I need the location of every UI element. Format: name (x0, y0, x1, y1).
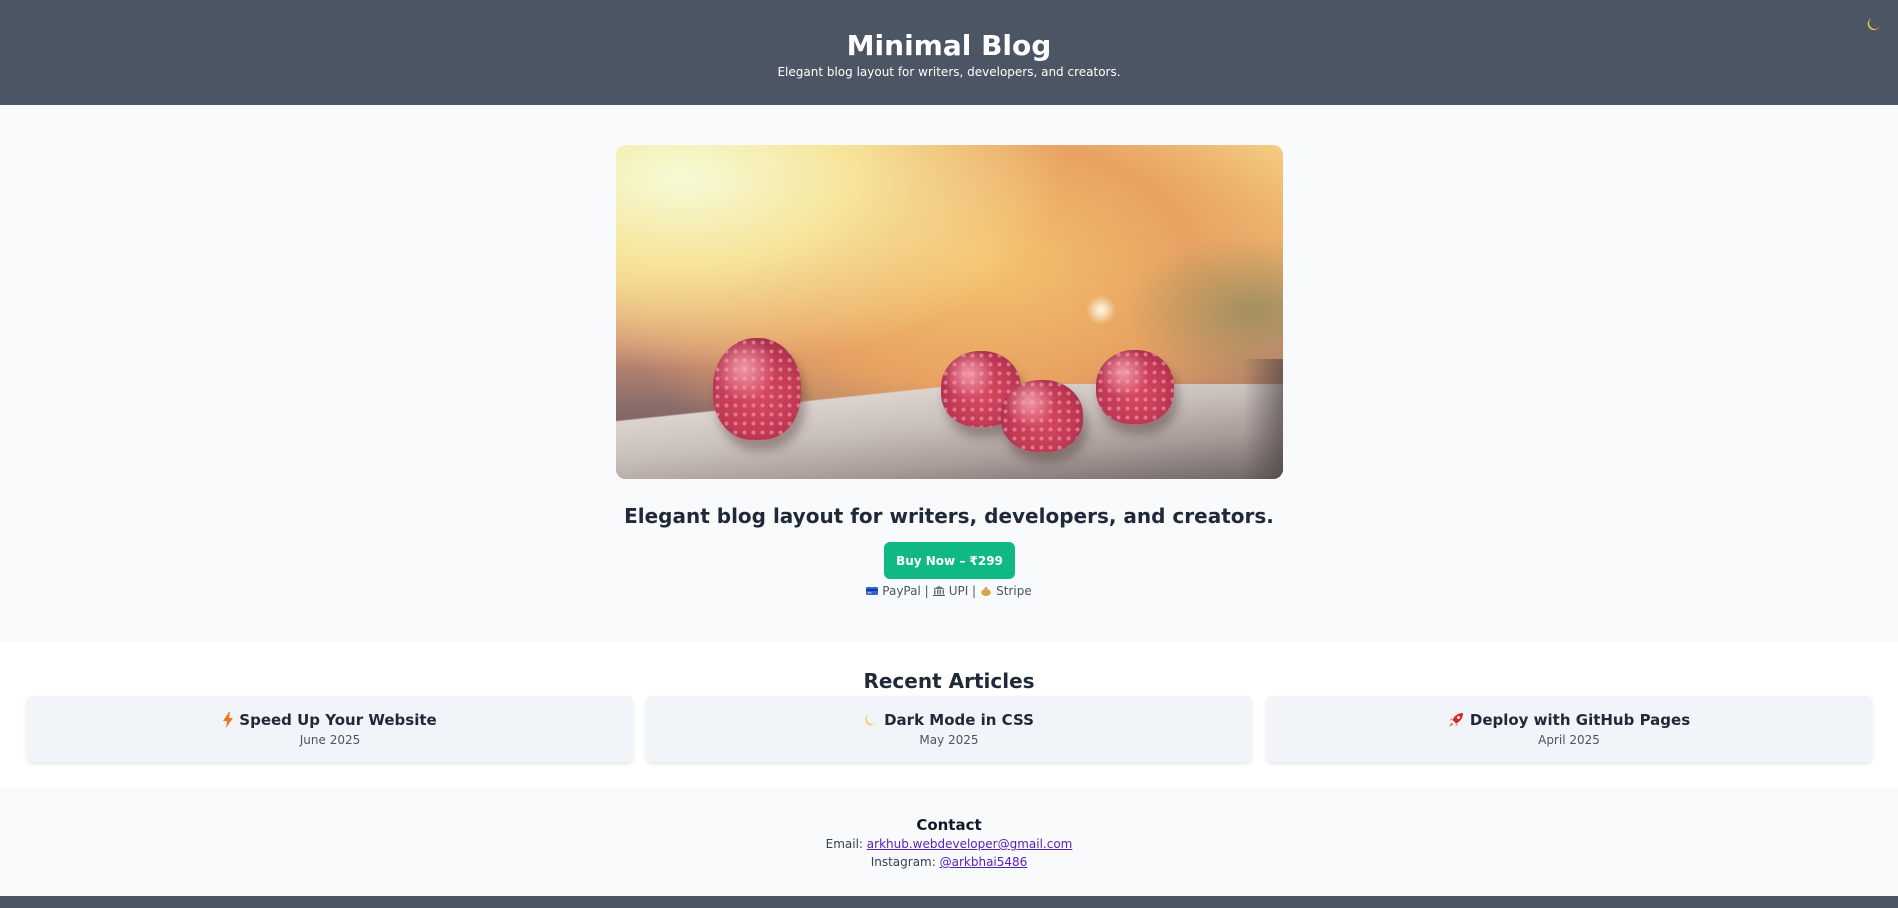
article-title: Dark Mode in CSS (884, 711, 1034, 729)
site-tagline: Elegant blog layout for writers, develop… (777, 65, 1121, 79)
payment-methods: PayPal | UPI | Stripe (0, 584, 1898, 598)
site-title: Minimal Blog (846, 29, 1052, 62)
email-label: Email: (825, 837, 863, 851)
article-date: May 2025 (919, 733, 979, 747)
contact-section: Contact Email: arkhub.webdeveloper@gmail… (0, 788, 1898, 896)
theme-toggle-button[interactable] (1862, 12, 1886, 36)
article-card[interactable]: Speed Up Your Website June 2025 (27, 696, 633, 762)
payment-stripe: Stripe (996, 584, 1032, 598)
instagram-link[interactable]: @arkbhai5486 (940, 855, 1028, 869)
moon-icon (1867, 18, 1880, 31)
article-title: Speed Up Your Website (239, 711, 437, 729)
contact-email-line: Email: arkhub.webdeveloper@gmail.com (0, 837, 1898, 851)
raspberry (1096, 350, 1174, 424)
credit-card-icon (866, 587, 879, 595)
lightning-icon (223, 712, 234, 728)
contact-instagram-line: Instagram: @arkbhai5486 (0, 855, 1898, 869)
article-card[interactable]: Dark Mode in CSS May 2025 (646, 696, 1252, 762)
bank-icon (932, 586, 945, 596)
payment-paypal: PayPal | (882, 584, 929, 598)
buy-now-button[interactable]: Buy Now – ₹299 (884, 542, 1015, 579)
money-bag-icon (981, 586, 991, 596)
hero-section: Elegant blog layout for writers, develop… (0, 105, 1898, 642)
hero-heading: Elegant blog layout for writers, develop… (624, 504, 1274, 528)
raspberry (713, 338, 801, 440)
moon-icon (865, 714, 877, 726)
recent-articles-section: Recent Articles Speed Up Your Website Ju… (0, 642, 1898, 788)
email-link[interactable]: arkhub.webdeveloper@gmail.com (867, 837, 1073, 851)
hero-image (616, 145, 1283, 479)
payment-upi: UPI | (948, 584, 977, 598)
contact-title: Contact (916, 816, 982, 834)
recent-articles-title: Recent Articles (863, 669, 1035, 693)
instagram-label: Instagram: (870, 855, 936, 869)
article-date: June 2025 (299, 733, 361, 747)
rocket-icon (1448, 713, 1463, 727)
article-card[interactable]: Deploy with GitHub Pages April 2025 (1266, 696, 1872, 762)
article-title: Deploy with GitHub Pages (1469, 711, 1691, 729)
site-footer (0, 896, 1898, 908)
site-header: Minimal Blog Elegant blog layout for wri… (0, 0, 1898, 105)
article-date: April 2025 (1538, 733, 1600, 747)
raspberry (1001, 380, 1083, 452)
